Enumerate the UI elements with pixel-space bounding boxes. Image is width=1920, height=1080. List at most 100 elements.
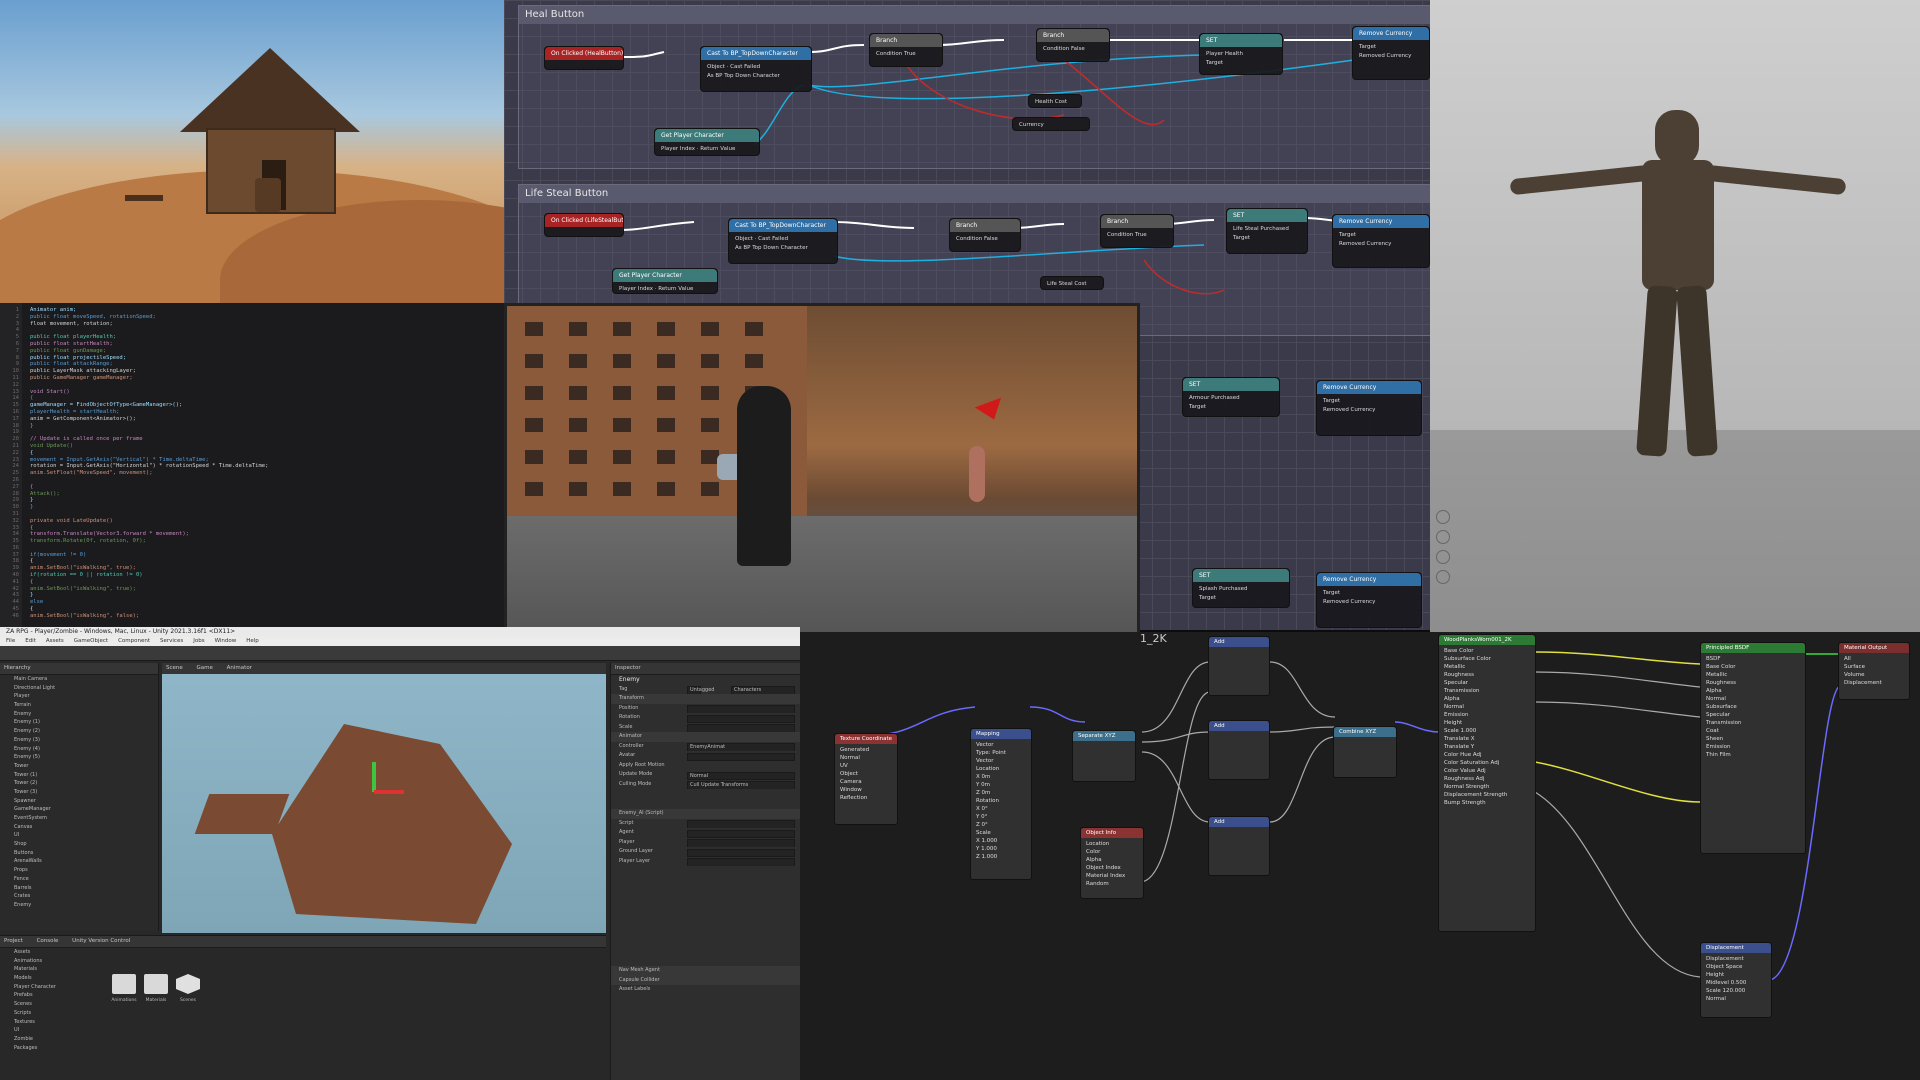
- hierarchy-item[interactable]: EventSystem: [0, 814, 158, 823]
- menu-item[interactable]: GameObject: [74, 638, 108, 644]
- hierarchy-item[interactable]: Player: [0, 692, 158, 701]
- on-clicked-heal-node[interactable]: On Clicked (HealButton): [544, 46, 624, 70]
- hierarchy-item[interactable]: Buttons: [0, 849, 158, 858]
- hierarchy-item[interactable]: Barrels: [0, 884, 158, 893]
- nav-mesh-agent-header[interactable]: Nav Mesh Agent: [611, 966, 800, 976]
- code-line[interactable]: rotation = Input.GetAxis("Horizontal") *…: [30, 463, 504, 470]
- code-line[interactable]: public float moveSpeed, rotationSpeed;: [30, 314, 504, 321]
- life-steal-cost-node[interactable]: Life Steal Cost: [1040, 276, 1104, 290]
- wood-planks-texture-group[interactable]: WoodPlanksWorn001_2K Base Color Subsurfac…: [1438, 634, 1536, 932]
- add-node[interactable]: Add: [1208, 636, 1270, 696]
- code-line[interactable]: {: [30, 606, 504, 613]
- menu-item[interactable]: Assets: [46, 638, 64, 644]
- menu-item[interactable]: Edit: [25, 638, 36, 644]
- hierarchy-item[interactable]: Enemy (3): [0, 736, 158, 745]
- player-row[interactable]: Player: [611, 838, 800, 847]
- hierarchy-item[interactable]: Enemy (4): [0, 745, 158, 754]
- code-lines[interactable]: Animator anim; public float moveSpeed, ro…: [30, 307, 504, 620]
- hierarchy-item[interactable]: Tower (2): [0, 779, 158, 788]
- code-line[interactable]: Attack();: [30, 491, 504, 498]
- hierarchy-item[interactable]: Main Camera: [0, 675, 158, 684]
- separate-xyz-node[interactable]: Separate XYZ: [1072, 730, 1136, 782]
- hierarchy-item[interactable]: Props: [0, 866, 158, 875]
- set-armour-node[interactable]: SET Armour Purchased Target: [1182, 377, 1280, 417]
- object-name[interactable]: Enemy: [611, 675, 800, 685]
- transform-header[interactable]: Transform: [611, 694, 800, 704]
- tab-version-control[interactable]: Unity Version Control: [72, 938, 130, 944]
- position-row[interactable]: Position: [611, 704, 800, 713]
- code-line[interactable]: {: [30, 450, 504, 457]
- hierarchy-item[interactable]: Enemy (2): [0, 727, 158, 736]
- scale-row[interactable]: Scale: [611, 723, 800, 732]
- pan-icon[interactable]: [1436, 530, 1450, 544]
- code-line[interactable]: [30, 327, 504, 334]
- code-line[interactable]: [30, 545, 504, 552]
- hierarchy-item[interactable]: Enemy (1): [0, 718, 158, 727]
- set-player-health-node[interactable]: SET Player Health Target: [1199, 33, 1283, 75]
- project-tree-item[interactable]: Player Character: [0, 983, 104, 992]
- hierarchy-item[interactable]: ArenaWalls: [0, 857, 158, 866]
- folder-icon[interactable]: [144, 974, 168, 994]
- project-tree-item[interactable]: Scripts: [0, 1009, 104, 1018]
- code-line[interactable]: movement = Input.GetAxis("Vertical") * T…: [30, 457, 504, 464]
- hierarchy-item[interactable]: Crates: [0, 892, 158, 901]
- code-line[interactable]: transform.Rotate(0f, rotation, 0f);: [30, 538, 504, 545]
- code-line[interactable]: // Update is called once per frame: [30, 436, 504, 443]
- zoom-icon[interactable]: [1436, 550, 1450, 564]
- code-line[interactable]: public float projectileSpeed;: [30, 355, 504, 362]
- code-line[interactable]: public float playerHealth;: [30, 334, 504, 341]
- player-layer-row[interactable]: Player Layer: [611, 857, 800, 866]
- add-node[interactable]: Add: [1208, 720, 1270, 780]
- project-tree-item[interactable]: Animations: [0, 957, 104, 966]
- hierarchy-item[interactable]: Enemy (5): [0, 753, 158, 762]
- hierarchy-item[interactable]: Shop: [0, 840, 158, 849]
- code-line[interactable]: float movement, rotation;: [30, 321, 504, 328]
- code-line[interactable]: anim.SetBool("isWalking", true);: [30, 565, 504, 572]
- hierarchy-item[interactable]: Enemy: [0, 710, 158, 719]
- code-line[interactable]: [30, 511, 504, 518]
- move-gizmo-x[interactable]: [374, 790, 404, 794]
- displacement-node[interactable]: Displacement Displacement Object Space Hei…: [1700, 942, 1772, 1018]
- combine-xyz-node[interactable]: Combine XYZ: [1333, 726, 1397, 778]
- character-viewport[interactable]: [1430, 0, 1920, 632]
- remove-currency-node[interactable]: Remove Currency Target Removed Currency: [1316, 380, 1422, 436]
- cast-node[interactable]: Cast To BP_TopDownCharacter Object · Cas…: [728, 218, 838, 264]
- code-line[interactable]: Animator anim;: [30, 307, 504, 314]
- code-line[interactable]: private void LateUpdate(): [30, 518, 504, 525]
- move-gizmo-y[interactable]: [372, 762, 376, 792]
- menu-item[interactable]: Services: [160, 638, 183, 644]
- hierarchy-panel[interactable]: Hierarchy Main Camera Directional Light Pl…: [0, 663, 159, 931]
- texture-coordinate-node[interactable]: Texture Coordinate Generated Normal UV Obje…: [834, 733, 898, 825]
- remove-currency-node[interactable]: Remove Currency Target Removed Currency: [1332, 214, 1430, 268]
- scene-panel[interactable]: Scene Game Animator: [162, 663, 606, 933]
- project-tree-item[interactable]: Scenes: [0, 1000, 104, 1009]
- project-panel[interactable]: Project Console Unity Version Control As…: [0, 935, 606, 1080]
- hierarchy-list[interactable]: Main Camera Directional Light Player Terrai…: [0, 675, 158, 910]
- code-line[interactable]: }: [30, 504, 504, 511]
- code-line[interactable]: [30, 477, 504, 484]
- game-view[interactable]: [504, 303, 1140, 659]
- folder-icon[interactable]: [112, 974, 136, 994]
- code-line[interactable]: public float attackRange;: [30, 361, 504, 368]
- remove-currency-node[interactable]: Remove Currency Target Removed Currency: [1316, 572, 1422, 628]
- menu-item[interactable]: File: [6, 638, 15, 644]
- viewport-nav-tools[interactable]: [1436, 510, 1450, 590]
- code-line[interactable]: gameManager = FindObjectOfType<GameManag…: [30, 402, 504, 409]
- unity-editor[interactable]: ZA RPG - Player/Zombie - Windows, Mac, L…: [0, 627, 800, 1080]
- hierarchy-item[interactable]: GameManager: [0, 805, 158, 814]
- branch-node[interactable]: Branch Condition False: [949, 218, 1021, 252]
- mapping-node[interactable]: Mapping Vector Type: Point Vector Location X…: [970, 728, 1032, 880]
- tab-animator[interactable]: Animator: [227, 665, 252, 671]
- hierarchy-item[interactable]: Tower (3): [0, 788, 158, 797]
- branch-node[interactable]: Branch Condition True: [869, 33, 943, 67]
- code-line[interactable]: anim.SetFloat("MoveSpeed", movement);: [30, 470, 504, 477]
- controller-row[interactable]: Controller EnemyAnimat: [611, 742, 800, 751]
- code-editor[interactable]: 1 2 3 4 5 6 7 8 9 10 11 12 13 14 15 16 17 18 19 20 21 22 23 24 2…: [0, 303, 504, 627]
- menu-item[interactable]: Component: [118, 638, 150, 644]
- orbit-icon[interactable]: [1436, 510, 1450, 524]
- project-tree-item[interactable]: UI: [0, 1026, 104, 1035]
- code-line[interactable]: public float gunDamage;: [30, 348, 504, 355]
- code-line[interactable]: void Start(): [30, 389, 504, 396]
- hierarchy-item[interactable]: Enemy: [0, 901, 158, 910]
- menu-item[interactable]: Jobs: [193, 638, 204, 644]
